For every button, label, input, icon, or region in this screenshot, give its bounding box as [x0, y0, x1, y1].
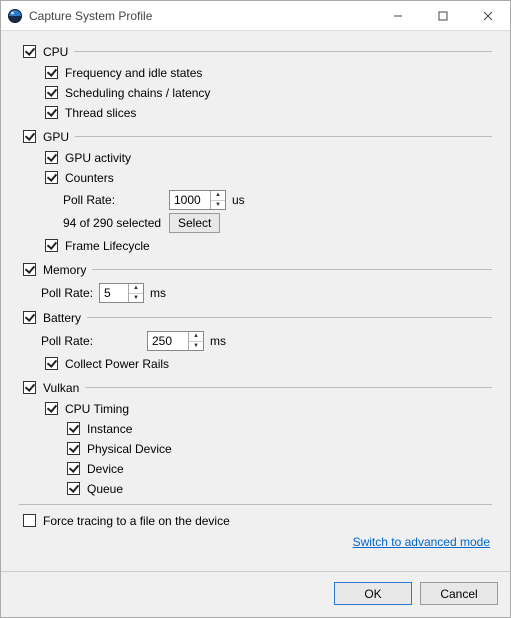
memory-poll-spinner[interactable]: ▲▼ — [99, 283, 144, 303]
spinner-down-icon[interactable]: ▼ — [211, 201, 225, 210]
memory-poll-unit: ms — [150, 286, 166, 300]
divider — [19, 504, 492, 505]
battery-rails-checkbox[interactable] — [45, 357, 58, 370]
memory-section: Memory Poll Rate: ▲▼ ms — [19, 259, 492, 303]
spinner-up-icon[interactable]: ▲ — [189, 332, 203, 342]
divider — [92, 269, 492, 270]
gpu-poll-input[interactable] — [170, 191, 210, 209]
cpu-checkbox[interactable] — [23, 45, 36, 58]
memory-poll-label: Poll Rate: — [41, 286, 93, 300]
gpu-frame-checkbox[interactable] — [45, 239, 58, 252]
cpu-slices-label: Thread slices — [65, 106, 136, 120]
gpu-counters-label: Counters — [65, 171, 114, 185]
vulkan-label: Vulkan — [43, 381, 79, 395]
divider — [75, 136, 492, 137]
battery-checkbox[interactable] — [23, 311, 36, 324]
vulkan-cputiming-label: CPU Timing — [65, 402, 129, 416]
vulkan-instance-label: Instance — [87, 422, 132, 436]
cancel-button[interactable]: Cancel — [420, 582, 498, 605]
cpu-sched-label: Scheduling chains / latency — [65, 86, 210, 100]
battery-section: Battery Poll Rate: ▲▼ ms Collect Power R… — [19, 307, 492, 373]
gpu-counters-checkbox[interactable] — [45, 171, 58, 184]
divider — [85, 387, 492, 388]
vulkan-queue-checkbox[interactable] — [67, 482, 80, 495]
vulkan-cputiming-checkbox[interactable] — [45, 402, 58, 415]
memory-checkbox[interactable] — [23, 263, 36, 276]
ok-button[interactable]: OK — [334, 582, 412, 605]
cpu-freq-checkbox[interactable] — [45, 66, 58, 79]
gpu-frame-label: Frame Lifecycle — [65, 239, 150, 253]
gpu-poll-spinner[interactable]: ▲▼ — [169, 190, 226, 210]
battery-label: Battery — [43, 311, 81, 325]
vulkan-physdev-checkbox[interactable] — [67, 442, 80, 455]
battery-poll-label: Poll Rate: — [41, 334, 141, 348]
battery-rails-label: Collect Power Rails — [65, 357, 169, 371]
minimize-button[interactable] — [375, 1, 420, 31]
gpu-poll-label: Poll Rate: — [63, 193, 163, 207]
gpu-poll-unit: us — [232, 193, 245, 207]
maximize-button[interactable] — [420, 1, 465, 31]
vulkan-checkbox[interactable] — [23, 381, 36, 394]
cpu-freq-label: Frequency and idle states — [65, 66, 202, 80]
vulkan-section: Vulkan CPU Timing Instance Physical Devi… — [19, 377, 492, 498]
memory-poll-input[interactable] — [100, 284, 128, 302]
window-title: Capture System Profile — [29, 9, 375, 23]
app-icon — [7, 8, 23, 24]
gpu-activity-checkbox[interactable] — [45, 151, 58, 164]
vulkan-physdev-label: Physical Device — [87, 442, 172, 456]
battery-poll-unit: ms — [210, 334, 226, 348]
divider — [74, 51, 492, 52]
advanced-mode-link[interactable]: Switch to advanced mode — [353, 535, 490, 549]
cpu-label: CPU — [43, 45, 68, 59]
cpu-slices-checkbox[interactable] — [45, 106, 58, 119]
vulkan-instance-checkbox[interactable] — [67, 422, 80, 435]
memory-label: Memory — [43, 263, 86, 277]
spinner-up-icon[interactable]: ▲ — [129, 284, 143, 294]
force-trace-checkbox[interactable] — [23, 514, 36, 527]
vulkan-device-checkbox[interactable] — [67, 462, 80, 475]
gpu-selected-text: 94 of 290 selected — [63, 216, 163, 230]
battery-poll-spinner[interactable]: ▲▼ — [147, 331, 204, 351]
spinner-down-icon[interactable]: ▼ — [129, 294, 143, 303]
force-trace-label: Force tracing to a file on the device — [43, 514, 230, 528]
gpu-activity-label: GPU activity — [65, 151, 131, 165]
window: Capture System Profile CPU Frequency and… — [0, 0, 511, 618]
cpu-section: CPU Frequency and idle states Scheduling… — [19, 41, 492, 122]
vulkan-device-label: Device — [87, 462, 124, 476]
vulkan-queue-label: Queue — [87, 482, 123, 496]
cpu-sched-checkbox[interactable] — [45, 86, 58, 99]
button-bar: OK Cancel — [1, 571, 510, 617]
gpu-section: GPU GPU activity Counters Poll Rate: ▲▼ … — [19, 126, 492, 255]
divider — [87, 317, 492, 318]
content-area: CPU Frequency and idle states Scheduling… — [1, 31, 510, 571]
close-button[interactable] — [465, 1, 510, 31]
titlebar: Capture System Profile — [1, 1, 510, 31]
spinner-down-icon[interactable]: ▼ — [189, 342, 203, 351]
gpu-checkbox[interactable] — [23, 130, 36, 143]
gpu-label: GPU — [43, 130, 69, 144]
spinner-up-icon[interactable]: ▲ — [211, 191, 225, 201]
battery-poll-input[interactable] — [148, 332, 188, 350]
gpu-select-button[interactable]: Select — [169, 213, 220, 233]
